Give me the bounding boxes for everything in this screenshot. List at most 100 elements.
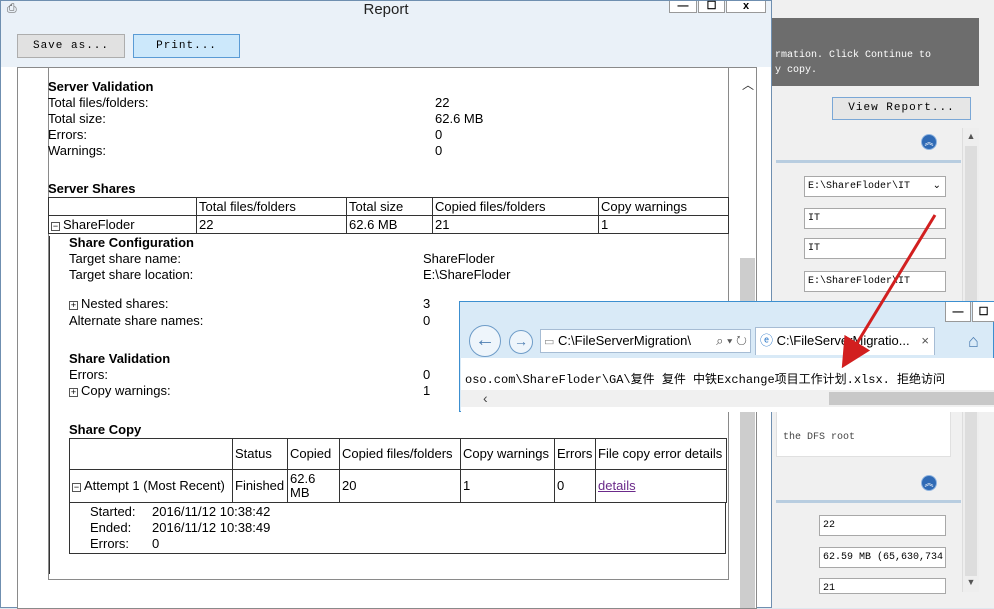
wizard-header: rmation. Click Continue to y copy. [771,18,979,86]
table-header-cell: File copy error details [595,438,727,470]
browser-navbar: ← → ▭ C:\FileServerMigration\ ⌕ ▾ ↻ ⓔ C:… [460,324,994,358]
access-denied-message: oso.com\ShareFloder\GA\复件 复件 中铁Exchange项… [465,373,946,387]
table-header-cell: Total size [346,197,433,216]
collapse-toggle-icon[interactable]: − [51,221,60,231]
share-errors-value: 0 [423,367,431,382]
validation-label: Warnings: [48,143,107,158]
server-validation-heading: Server Validation [48,79,154,94]
wizard-header-text: y copy. [775,65,818,76]
close-button[interactable]: x [726,1,766,13]
print-button[interactable]: Print... [133,34,240,58]
folder-path-field[interactable]: E:\ShareFloder\IT [804,271,946,292]
scroll-up-icon[interactable]: ▲ [963,128,979,144]
minimize-button[interactable]: — [669,1,697,13]
forward-arrow-icon[interactable]: → [509,330,533,354]
horizontal-scrollbar[interactable]: ‹ [461,390,994,407]
config-label: Target share name: [69,251,182,266]
share-copy-heading: Share Copy [69,422,142,437]
validation-label: Total size: [48,111,106,126]
save-as-button[interactable]: Save as... [17,34,125,58]
table-header-cell: Copied [287,438,340,470]
view-report-button[interactable]: View Report... [832,97,971,120]
share-errors-label: Errors: [69,367,108,382]
browser-maximize-button[interactable]: ☐ [972,302,994,322]
expand-toggle-icon[interactable]: + [69,388,78,397]
maximize-button[interactable]: ☐ [698,1,725,13]
table-header-row: Status Copied Copied files/folders Copy … [69,438,727,470]
report-toolbar: Save as... Print... [1,19,771,67]
target-location-value: E:\ShareFloder\IT [808,181,911,192]
copy-warnings-value: 1 [423,383,431,398]
config-value: E:\ShareFloder [423,267,511,282]
details-link[interactable]: details [598,478,636,493]
table-cell: 1 [460,469,555,503]
browser-window: — ☐ ← → ▭ C:\FileServerMigration\ ⌕ ▾ ↻ … [459,301,994,412]
table-header-cell: Copy warnings [460,438,555,470]
size-value-field: 62.59 MB (65,630,734 [819,547,946,568]
browser-minimize-button[interactable]: — [945,302,971,322]
server-shares-table: Total files/folders Total size Copied fi… [48,197,729,234]
browser-titlebar: — ☐ [460,302,994,324]
search-refresh-icon[interactable]: ⌕ ▾ ↻ [714,330,747,352]
nested-shares-value: 3 [423,296,431,311]
scroll-down-icon[interactable]: ▼ [963,574,979,590]
chevron-up-icon[interactable]: ︿ [740,76,756,93]
table-cell: 22 [196,215,347,234]
collapse-icon[interactable]: ︽ [921,134,937,150]
attempt-cell[interactable]: − Attempt 1 (Most Recent) [69,469,233,503]
share-name-cell[interactable]: − ShareFloder [48,215,197,234]
section-divider [776,500,961,503]
alternate-names-value: 0 [423,313,431,328]
alternate-names-label: Alternate share names: [69,313,204,328]
share-name-field[interactable]: IT [804,208,946,229]
table-row[interactable]: − Attempt 1 (Most Recent) Finished 62.6 M… [69,469,727,503]
table-header-cell: Copied files/folders [432,197,599,216]
table-cell: Finished [232,469,288,503]
browser-content: oso.com\ShareFloder\GA\复件 复件 中铁Exchange项… [461,358,994,412]
ie-icon: ⓔ [760,333,774,348]
validation-value: 0 [435,143,443,158]
copy-warnings-label: Copy warnings: [81,383,171,398]
table-cell: 21 [432,215,599,234]
nested-shares-row[interactable]: + Nested shares: [69,296,168,312]
copy-warnings-row[interactable]: + Copy warnings: [69,383,171,399]
scroll-thumb[interactable] [829,392,994,405]
validation-label: Errors: [48,127,87,142]
window-title: Report [363,1,409,18]
target-location-dropdown[interactable]: E:\ShareFloder\IT ⌄ [804,176,946,197]
share-name-field[interactable]: IT [804,238,946,259]
server-shares-heading: Server Shares [48,181,136,196]
browser-tab[interactable]: ⓔ C:\FileServerMigratio... × [755,327,935,355]
collapse-toggle-icon[interactable]: − [72,483,81,492]
detail-label: Ended: [90,520,132,535]
details-cell: details [595,469,727,503]
tab-close-icon[interactable]: × [921,328,929,354]
section-divider [776,160,961,163]
chevron-left-icon[interactable]: ‹ [483,390,488,407]
table-header-cell: Copy warnings [598,197,729,216]
expand-toggle-icon[interactable]: + [69,301,78,310]
share-validation-heading: Share Validation [69,351,171,366]
validation-value: 0 [435,127,443,142]
table-header-row: Total files/folders Total size Copied fi… [48,197,729,216]
report-titlebar: ⎙ Report — ☐ x [1,1,771,19]
nested-shares-label: Nested shares: [81,296,169,311]
table-cell: 62.6 MB [287,469,340,503]
home-icon[interactable]: ⌂ [968,331,979,352]
share-name: ShareFloder [63,216,135,232]
copied-value-field: 21 [819,578,946,594]
detail-label: Errors: [90,536,129,551]
validation-value: 62.6 MB [435,111,484,126]
collapse-icon[interactable]: ︽ [921,475,937,491]
chevron-down-icon: ⌄ [932,181,941,192]
table-row[interactable]: − ShareFloder 22 62.6 MB 21 1 [48,215,729,234]
validation-label: Total files/folders: [48,95,149,110]
dfs-root-text: the DFS root [783,432,856,443]
address-text: C:\FileServerMigration\ [558,333,691,348]
detail-value: 2016/11/12 10:38:42 [152,504,271,519]
table-cell: 62.6 MB [346,215,433,234]
files-value-field: 22 [819,515,946,536]
address-bar[interactable]: ▭ C:\FileServerMigration\ ⌕ ▾ ↻ [540,329,751,353]
back-arrow-icon[interactable]: ← [469,325,501,357]
validation-value: 22 [435,95,450,110]
